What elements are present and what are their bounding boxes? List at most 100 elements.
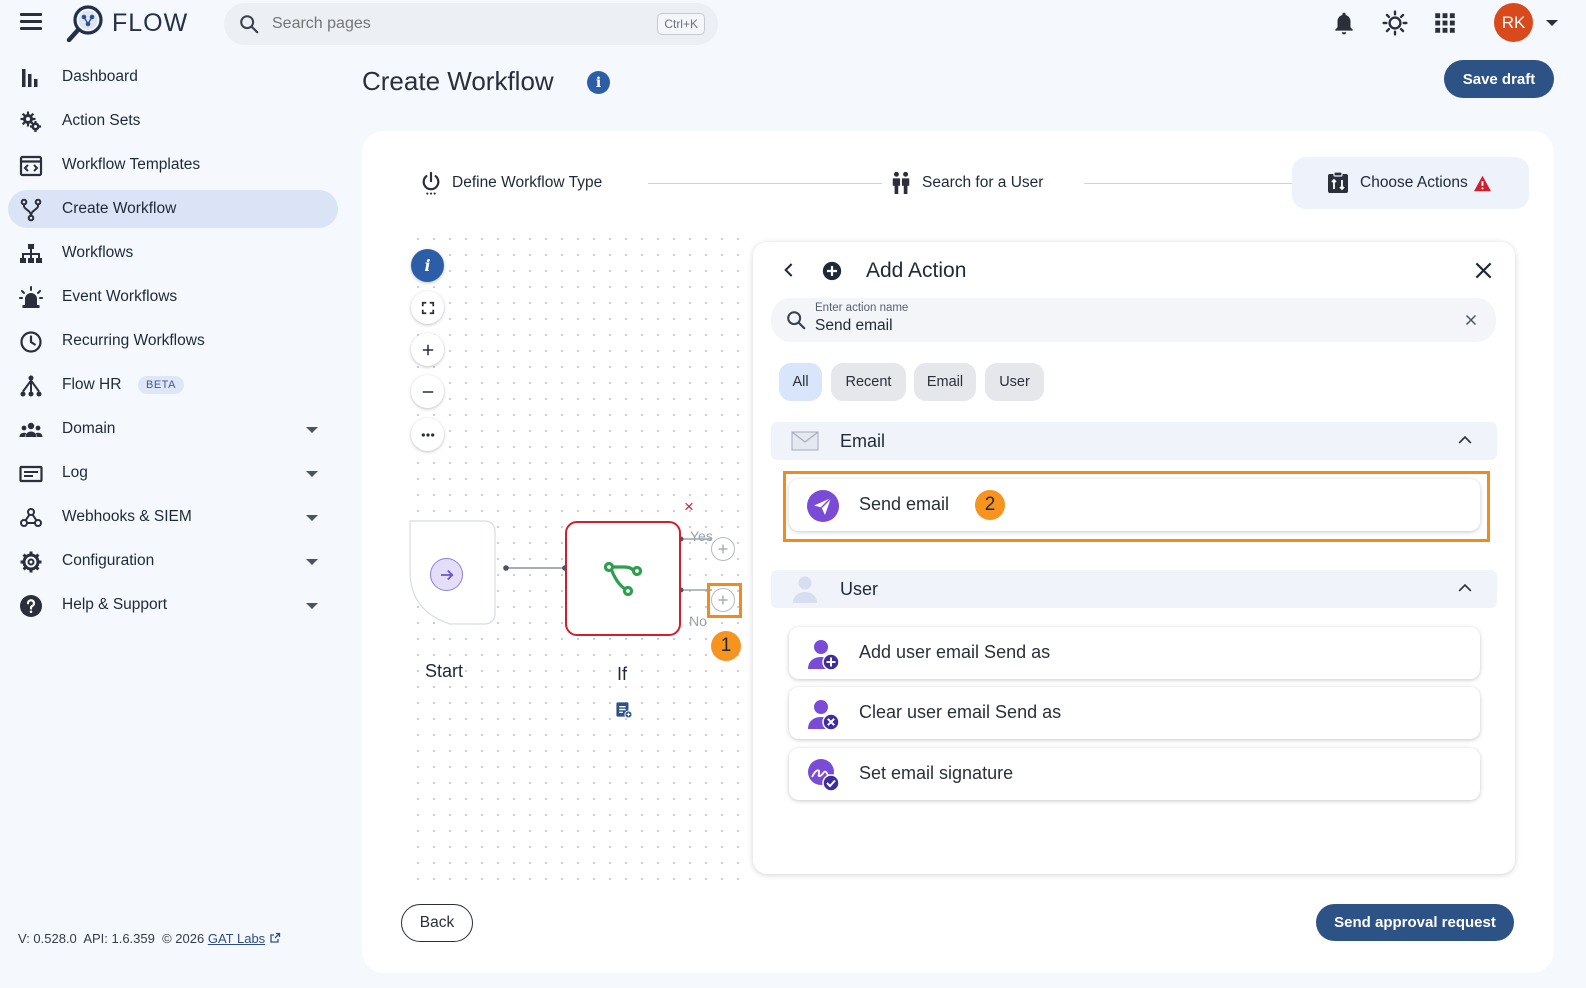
external-link-icon[interactable] [269,932,281,944]
copyright-text: © 2026 [162,931,205,946]
if-node-label: If [617,664,628,684]
sidebar-item-label: Action Sets [62,112,141,129]
add-circle-icon [822,261,842,281]
page-search[interactable]: Ctrl+K [224,3,718,45]
filter-chip-user[interactable]: User [985,363,1044,401]
action-add-user-email-send-as[interactable]: Add user email Send as [789,627,1480,679]
sidebar-item-domain[interactable]: Domain [8,410,338,448]
expand-caret-icon[interactable] [306,471,318,477]
sidebar-item-event-workflows[interactable]: Event Workflows [8,278,338,316]
arrow-right-icon [440,569,454,580]
sidebar-item-flow-hr[interactable]: Flow HR BETA [8,366,338,404]
users-group-icon [19,422,43,437]
brand-name: FLOW [112,8,189,37]
apps-grid-icon[interactable] [1432,10,1458,36]
fit-view-button[interactable] [411,291,444,324]
sidebar-item-workflow-templates[interactable]: Workflow Templates [8,146,338,184]
add-yes-action-button[interactable] [711,537,735,561]
no-branch-label: No [689,613,707,629]
log-card-icon [19,465,43,483]
sidebar-item-label: Workflow Templates [62,156,201,173]
canvas-info-button[interactable]: i [411,249,444,282]
sidebar-item-label: Recurring Workflows [62,332,205,349]
sidebar-item-log[interactable]: Log [8,454,338,492]
more-options-button[interactable] [411,418,444,451]
filter-chip-recent[interactable]: Recent [831,363,906,401]
section-email-header[interactable]: Email [771,422,1497,460]
search-icon [240,15,259,34]
if-node[interactable] [565,521,681,636]
sidebar-item-label: Domain [62,420,116,437]
fit-view-icon [421,301,434,314]
sidebar-item-create-workflow[interactable]: Create Workflow [8,190,338,228]
back-arrow-icon[interactable] [781,261,797,279]
zoom-in-button[interactable] [411,333,444,366]
info-icon[interactable]: i [587,71,610,94]
flow-logo-icon [66,5,103,42]
plus-icon [422,344,433,355]
sidebar-item-help-support[interactable]: Help & Support [8,586,338,624]
expand-caret-icon[interactable] [306,427,318,433]
action-clear-user-email-send-as[interactable]: Clear user email Send as [789,687,1480,739]
action-search-input[interactable]: Send email [815,317,893,335]
bell-icon[interactable] [1331,10,1357,36]
chevron-up-icon[interactable] [1458,435,1472,445]
beta-badge: BETA [138,376,184,394]
action-label: Set email signature [859,763,1014,783]
sidebar-item-action-sets[interactable]: Action Sets [8,102,338,140]
brightness-icon[interactable] [1382,10,1408,36]
notes-add-icon[interactable] [615,701,632,718]
save-draft-button[interactable]: Save draft [1444,60,1554,98]
action-set-email-signature[interactable]: Set email signature [789,748,1480,800]
help-icon [20,595,42,617]
stepper-connector [648,183,882,184]
clear-search-icon[interactable] [1465,314,1477,326]
workflow-canvas[interactable]: i Start If × Yes No 1 [409,231,750,881]
filter-chip-email[interactable]: Email [914,363,976,401]
yes-branch-label: Yes [690,528,713,544]
sidebar-item-workflows[interactable]: Workflows [8,234,338,272]
close-icon[interactable] [1474,261,1493,280]
minus-icon [422,390,433,393]
power-icon [422,171,440,195]
step-badge-1: 1 [711,631,741,661]
sidebar-item-label: Workflows [62,244,134,261]
sidebar: Dashboard Action Sets Workflow Templates… [0,58,345,630]
step-search-user[interactable]: Search for a User [890,171,1043,195]
clipboard-actions-icon [1328,171,1348,193]
section-user-header[interactable]: User [771,570,1497,608]
page-title: Create Workflow [362,66,554,96]
delete-node-icon[interactable]: × [684,498,694,515]
action-label: Clear user email Send as [859,702,1062,722]
send-approval-request-button[interactable]: Send approval request [1316,904,1514,941]
webhook-icon [20,508,42,527]
alarm-light-icon [19,286,43,308]
action-search-label: Enter action name [815,302,909,314]
chevron-up-icon[interactable] [1458,583,1472,593]
expand-caret-icon[interactable] [306,515,318,521]
account-menu-caret-icon[interactable] [1546,20,1558,26]
branch-icon [604,561,642,596]
user-avatar[interactable]: RK [1494,3,1533,42]
expand-caret-icon[interactable] [306,603,318,609]
zoom-out-button[interactable] [411,375,444,408]
signature-check-icon [808,759,840,792]
action-search-field[interactable]: Enter action name Send email [771,298,1496,342]
logo[interactable]: FLOW [66,4,188,42]
sidebar-item-dashboard[interactable]: Dashboard [8,58,338,96]
gat-labs-link[interactable]: GAT Labs [208,931,265,946]
step-choose-actions[interactable]: Choose Actions [1326,171,1492,195]
sidebar-item-configuration[interactable]: Configuration [8,542,338,580]
sidebar-item-recurring-workflows[interactable]: Recurring Workflows [8,322,338,360]
back-button[interactable]: Back [401,904,473,942]
search-input[interactable] [272,15,632,33]
step-define-workflow-type[interactable]: Define Workflow Type [420,171,602,195]
gears-icon [20,111,41,132]
expand-caret-icon[interactable] [306,559,318,565]
stepper-connector [1084,183,1292,184]
menu-icon[interactable] [20,13,42,31]
sidebar-item-label: Create Workflow [62,200,177,217]
start-node[interactable] [430,558,463,591]
filter-chip-all[interactable]: All [779,363,822,401]
sidebar-item-webhooks-siem[interactable]: Webhooks & SIEM [8,498,338,536]
